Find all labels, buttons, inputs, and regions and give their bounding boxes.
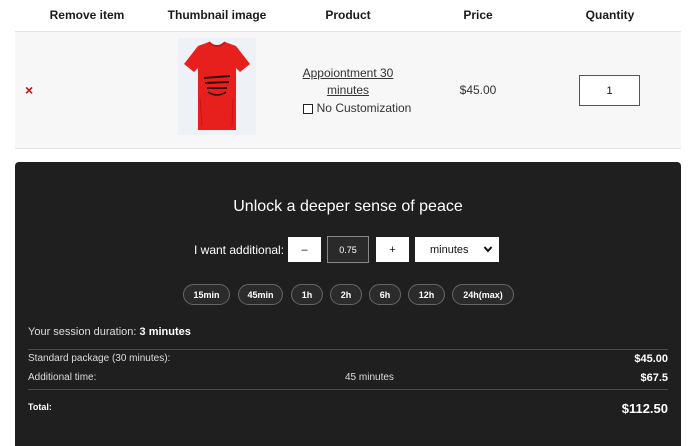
- header-thumbnail: Thumbnail image: [167, 8, 267, 22]
- session-duration-label: Your session duration:: [28, 326, 137, 338]
- table-header: Remove item Thumbnail image Product Pric…: [15, 0, 681, 32]
- preset-chip-2h[interactable]: 2h: [330, 284, 362, 305]
- quantity-input[interactable]: [579, 75, 640, 106]
- unit-select[interactable]: minutes: [415, 237, 499, 262]
- total-label: Total:: [28, 402, 52, 412]
- header-quantity: Quantity: [585, 8, 635, 22]
- additional-time-row: I want additional: – + minutes: [15, 236, 681, 263]
- tshirt-image: [178, 38, 256, 135]
- preset-chip-12h[interactable]: 12h: [408, 284, 445, 305]
- preset-chips: 15min 45min 1h 2h 6h 12h 24h(max): [15, 284, 681, 306]
- preset-chip-24h[interactable]: 24h(max): [452, 284, 514, 305]
- customization-checkbox[interactable]: [302, 103, 313, 114]
- preset-chip-45min[interactable]: 45min: [238, 284, 283, 305]
- standard-package-value: $45.00: [634, 353, 668, 365]
- header-remove-item: Remove item: [49, 8, 125, 22]
- decrement-button[interactable]: –: [288, 237, 321, 262]
- upsell-panel: Unlock a deeper sense of peace I want ad…: [15, 162, 681, 446]
- session-duration-value: 3 minutes: [139, 326, 191, 338]
- additional-time-summary-row: Additional time: 45 minutes $67.5: [28, 372, 668, 388]
- chevron-down-icon: [483, 246, 493, 253]
- product-link[interactable]: Appoiontment 30 minutes: [278, 65, 418, 99]
- product-cell: Appoiontment 30 minutes No Customization: [278, 65, 418, 117]
- preset-chip-6h[interactable]: 6h: [369, 284, 401, 305]
- preset-chip-1h[interactable]: 1h: [291, 284, 323, 305]
- divider: [28, 389, 668, 390]
- unit-select-value: minutes: [430, 243, 469, 256]
- header-price: Price: [463, 8, 493, 22]
- standard-package-row: Standard package (30 minutes): $45.00: [28, 353, 668, 369]
- close-icon[interactable]: ×: [25, 82, 33, 98]
- preset-chip-15min[interactable]: 15min: [183, 284, 230, 305]
- total-row: Total: $112.50: [28, 401, 668, 422]
- header-product: Product: [325, 8, 371, 22]
- price-value: $45.00: [459, 83, 497, 97]
- standard-package-label: Standard package (30 minutes):: [28, 353, 171, 364]
- additional-amount-input[interactable]: [327, 236, 369, 263]
- additional-time-value: $67.5: [640, 372, 668, 384]
- total-value: $112.50: [621, 401, 668, 416]
- want-additional-label: I want additional:: [194, 243, 285, 257]
- session-duration: Your session duration: 3 minutes: [28, 326, 191, 338]
- cart-table: Remove item Thumbnail image Product Pric…: [15, 0, 681, 149]
- additional-time-label: Additional time:: [28, 372, 97, 383]
- customization-line: No Customization: [296, 100, 418, 117]
- customization-label: No Customization: [316, 101, 412, 115]
- divider: [28, 349, 668, 350]
- table-row: × Appoiontment 30 minutes No Customizati…: [15, 32, 681, 149]
- product-thumbnail[interactable]: [178, 38, 256, 135]
- additional-time-amount: 45 minutes: [345, 372, 394, 383]
- increment-button[interactable]: +: [376, 237, 409, 262]
- panel-title: Unlock a deeper sense of peace: [233, 198, 463, 215]
